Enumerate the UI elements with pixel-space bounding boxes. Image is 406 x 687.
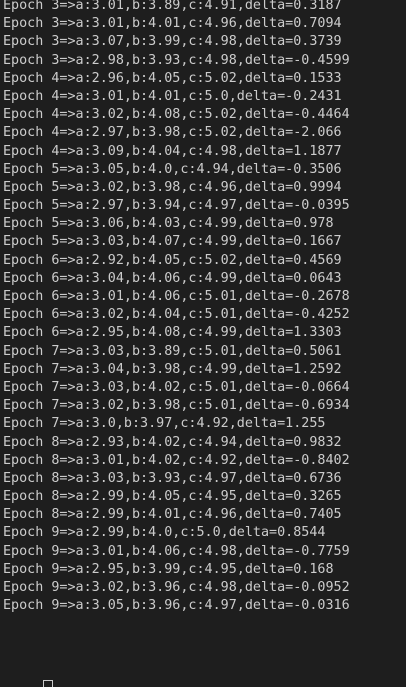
log-line: Epoch 4=>a:3.09,b:4.04,c:4.98,delta=1.18…: [3, 143, 342, 159]
log-line: Epoch 9=>a:2.95,b:3.99,c:4.95,delta=0.16…: [3, 561, 334, 577]
log-line: Epoch 6=>a:2.92,b:4.05,c:5.02,delta=0.45…: [3, 252, 342, 268]
log-line: Epoch 7=>a:3.02,b:3.98,c:5.01,delta=-0.6…: [3, 398, 350, 414]
log-line: Epoch 6=>a:3.04,b:4.06,c:4.99,delta=0.06…: [3, 270, 342, 286]
log-line: Epoch 6=>a:3.01,b:4.06,c:5.01,delta=-0.2…: [3, 289, 350, 304]
log-line: Epoch 8=>a:3.01,b:4.02,c:4.92,delta=-0.8…: [3, 452, 350, 468]
log-line: Epoch 3=>a:3.01,b:3.89,c:4.91,delta=0.31…: [3, 0, 342, 13]
log-line: Epoch 4=>a:2.96,b:4.05,c:5.02,delta=0.15…: [3, 70, 342, 86]
log-line: Epoch 9=>a:3.02,b:3.96,c:4.98,delta=-0.0…: [3, 580, 350, 595]
log-line: Epoch 7=>a:3.03,b:3.89,c:5.01,delta=0.50…: [3, 343, 342, 359]
log-line: Epoch 3=>a:3.07,b:3.99,c:4.98,delta=0.37…: [3, 34, 342, 50]
log-line: Epoch 3=>a:3.01,b:4.01,c:4.96,delta=0.70…: [3, 16, 342, 32]
terminal-output[interactable]: Epoch 3=>a:3.01,b:3.89,c:4.91,delta=0.31…: [0, 0, 406, 687]
log-line: Epoch 5=>a:3.03,b:4.07,c:4.99,delta=0.16…: [3, 234, 342, 250]
log-line: Epoch 8=>a:2.99,b:4.01,c:4.96,delta=0.74…: [3, 507, 342, 523]
log-lines: Epoch 3=>a:3.01,b:3.89,c:4.91,delta=0.31…: [3, 0, 350, 615]
log-line: Epoch 4=>a:3.02,b:4.08,c:5.02,delta=-0.4…: [3, 107, 350, 123]
log-line: Epoch 8=>a:2.99,b:4.05,c:4.95,delta=0.32…: [3, 489, 342, 505]
log-line: Epoch 9=>a:2.99,b:4.0,c:5.0,delta=0.8544: [3, 525, 326, 541]
log-line: Epoch 9=>a:3.01,b:4.06,c:4.98,delta=-0.7…: [3, 543, 350, 559]
log-line: Epoch 6=>a:2.95,b:4.08,c:4.99,delta=1.33…: [3, 325, 342, 341]
log-line: Epoch 6=>a:3.02,b:4.04,c:5.01,delta=-0.4…: [3, 307, 350, 323]
log-line: Epoch 4=>a:2.97,b:3.98,c:5.02,delta=-2.0…: [3, 125, 342, 141]
log-line: Epoch 8=>a:3.03,b:3.93,c:4.97,delta=0.67…: [3, 470, 342, 486]
log-line: Epoch 5=>a:3.06,b:4.03,c:4.99,delta=0.97…: [3, 216, 334, 232]
log-line: Epoch 7=>a:3.0,b:3.97,c:4.92,delta=1.255: [3, 416, 326, 432]
log-line: Epoch 3=>a:2.98,b:3.93,c:4.98,delta=-0.4…: [3, 52, 350, 68]
log-line: Epoch 4=>a:3.01,b:4.01,c:5.0,delta=-0.24…: [3, 88, 342, 104]
log-line: Epoch 5=>a:3.02,b:3.98,c:4.96,delta=0.99…: [3, 179, 342, 195]
log-line: Epoch 7=>a:3.04,b:3.98,c:4.99,delta=1.25…: [3, 361, 342, 377]
log-line: Epoch 7=>a:3.03,b:4.02,c:5.01,delta=-0.0…: [3, 379, 350, 395]
log-line: Epoch 5=>a:2.97,b:3.94,c:4.97,delta=-0.0…: [3, 198, 350, 214]
cursor-block: [43, 680, 53, 687]
prompt-line[interactable]: [3, 680, 53, 687]
log-line: Epoch 8=>a:2.93,b:4.02,c:4.94,delta=0.98…: [3, 434, 342, 450]
log-line: Epoch 5=>a:3.05,b:4.0,c:4.94,delta=-0.35…: [3, 161, 342, 177]
log-line: Epoch 9=>a:3.05,b:3.96,c:4.97,delta=-0.0…: [3, 598, 350, 614]
